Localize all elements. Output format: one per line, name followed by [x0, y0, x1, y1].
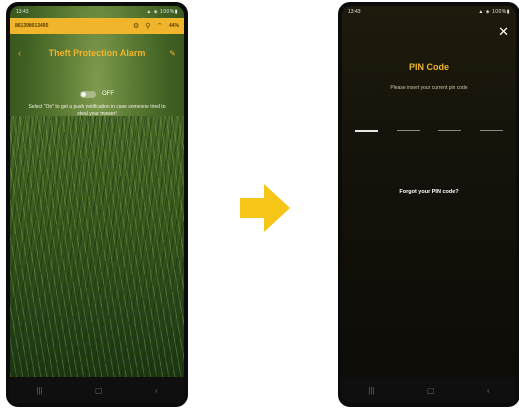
page-title: Theft Protection Alarm: [48, 48, 146, 58]
pin-digit-1[interactable]: [355, 130, 378, 132]
close-icon[interactable]: ✕: [498, 25, 509, 38]
forgot-pin-link[interactable]: Forgot your PIN code?: [342, 189, 516, 195]
pencil-icon[interactable]: ✎: [162, 49, 176, 58]
pin-subtitle: Please insert your current pin code: [390, 85, 468, 91]
status-time: 13:43: [348, 9, 361, 15]
pin-digit-4[interactable]: [479, 130, 503, 131]
phone-right: 13:43 ▲ ◈ 100%▮ ✕ PIN Code Please insert…: [338, 2, 519, 407]
alarm-toggle[interactable]: [80, 90, 96, 98]
android-nav-bar: ||| ▢ ‹: [10, 377, 184, 403]
alarm-toggle-row: OFF: [10, 88, 184, 100]
pin-digit-3[interactable]: [438, 130, 462, 131]
back-icon[interactable]: ‹: [155, 386, 158, 395]
back-icon[interactable]: ‹: [487, 386, 490, 395]
location-pin-icon[interactable]: ⚲: [145, 22, 150, 30]
pin-code-screen: 13:43 ▲ ◈ 100%▮ ✕ PIN Code Please insert…: [342, 6, 516, 403]
status-bar: 13:43 ▲ ◈ 100%▮: [10, 6, 184, 18]
status-bar: 13:43 ▲ ◈ 100%▮: [342, 6, 516, 18]
status-signal: ▲ ◈ 100%▮: [146, 9, 178, 15]
grass-background: [10, 116, 184, 377]
recent-apps-icon[interactable]: |||: [368, 386, 374, 395]
pin-title: PIN Code: [408, 62, 449, 72]
gear-icon[interactable]: ⚙: [133, 22, 139, 30]
recent-apps-icon[interactable]: |||: [36, 386, 42, 395]
toggle-state-label: OFF: [102, 91, 114, 97]
home-icon[interactable]: ▢: [427, 386, 435, 395]
android-nav-bar: ||| ▢ ‹: [342, 377, 516, 403]
phone-left: 13:43 ▲ ◈ 100%▮ 861398013495 ⚙ ⚲ ⌔ 44% ‹…: [6, 2, 188, 407]
pin-digit-2[interactable]: [396, 130, 420, 131]
right-arrow-icon: [240, 184, 290, 232]
alarm-description: Select "On" to get a push notification i…: [28, 104, 166, 117]
device-header: 861398013495 ⚙ ⚲ ⌔ 44%: [10, 18, 184, 34]
status-signal: ▲ ◈ 100%▮: [478, 9, 510, 15]
status-time: 13:43: [16, 9, 29, 15]
pin-input[interactable]: [355, 130, 503, 134]
wifi-icon[interactable]: ⌔: [156, 22, 163, 31]
title-row: ‹ Theft Protection Alarm ✎: [10, 46, 184, 60]
home-icon[interactable]: ▢: [95, 386, 103, 395]
back-arrow-icon[interactable]: ‹: [18, 48, 32, 58]
battery-status: 44%: [168, 23, 179, 29]
theft-alarm-screen: 13:43 ▲ ◈ 100%▮ 861398013495 ⚙ ⚲ ⌔ 44% ‹…: [10, 6, 184, 403]
device-id: 861398013495: [15, 23, 49, 29]
